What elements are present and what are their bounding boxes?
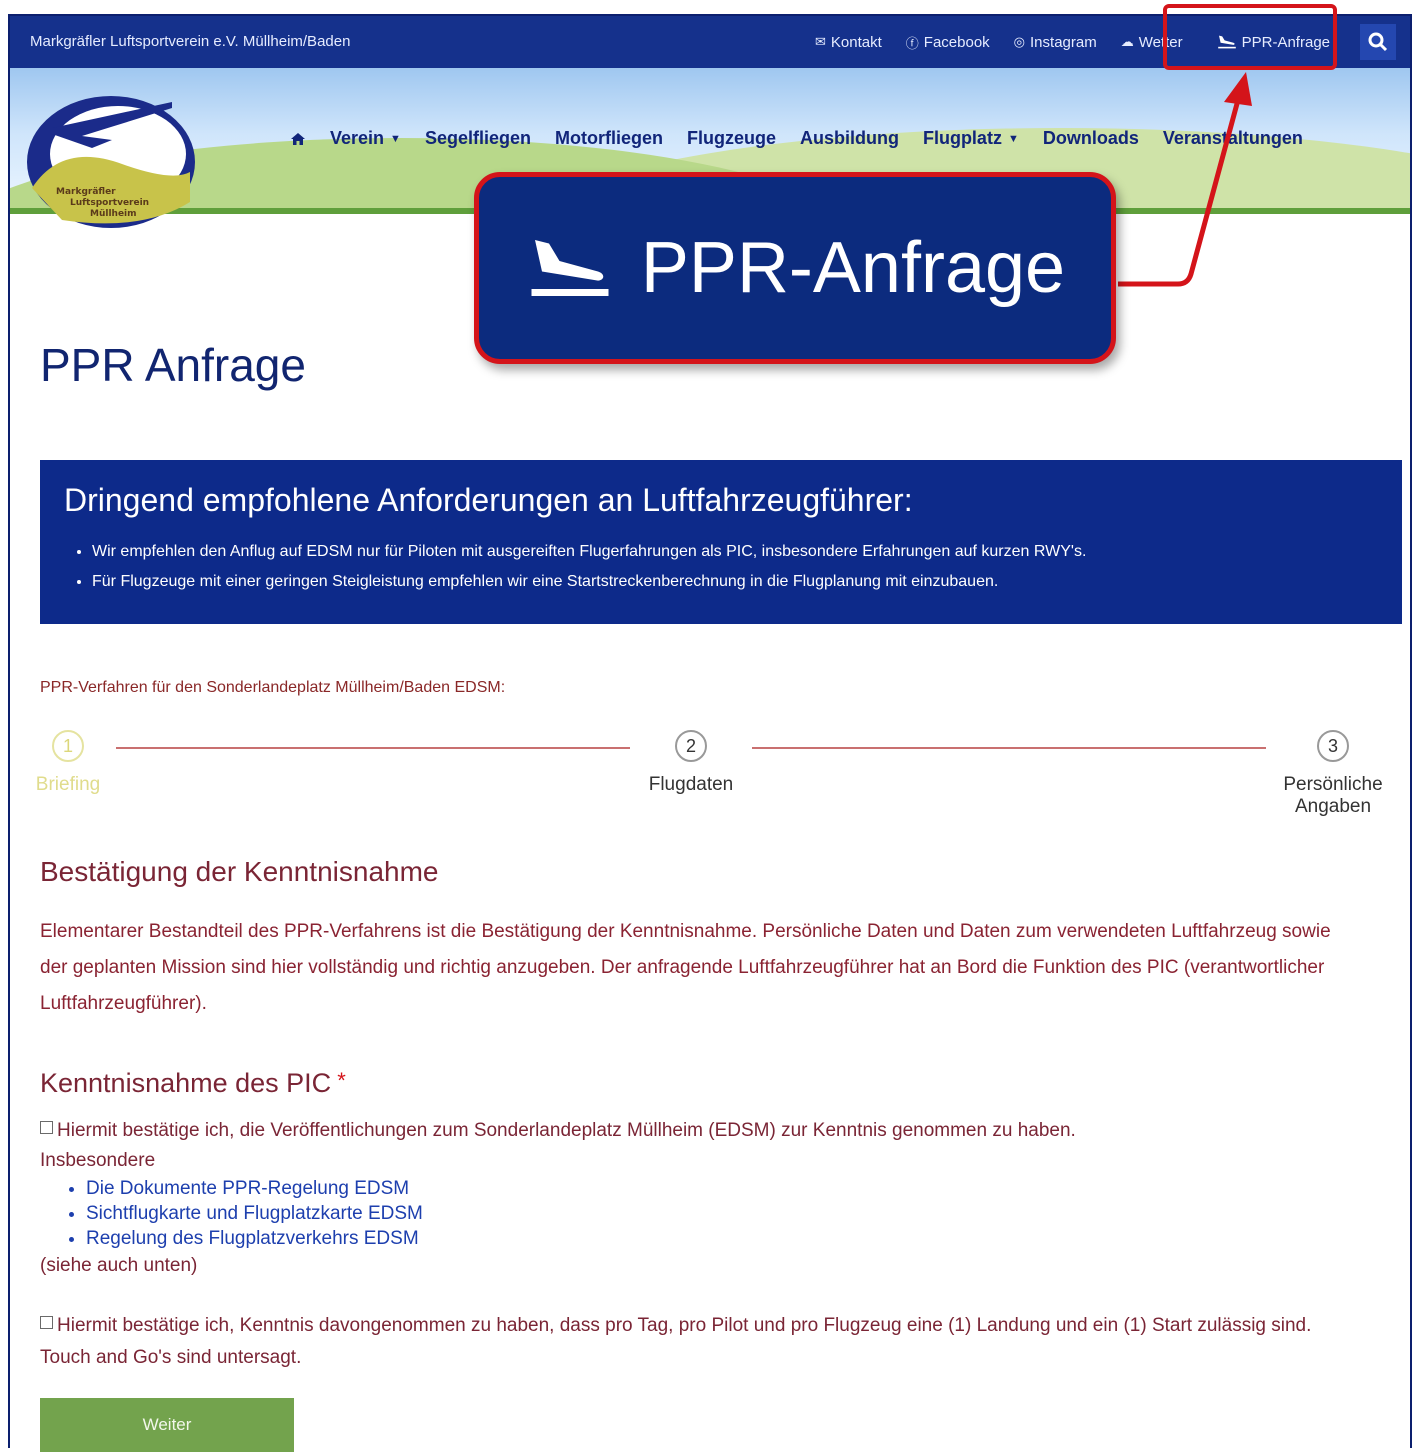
- caret-down-icon: ▼: [1007, 132, 1019, 145]
- top-link-kontakt[interactable]: ✉ Kontakt: [815, 34, 882, 51]
- link-ppr-regelung[interactable]: Die Dokumente PPR-Regelung EDSM: [86, 1176, 1370, 1201]
- notice-item: Wir empfehlen den Anflug auf EDSM nur fü…: [92, 537, 1378, 567]
- link-sichtflugkarte[interactable]: Sichtflugkarte und Flugplatzkarte EDSM: [86, 1201, 1370, 1226]
- step-label: Briefing: [35, 774, 101, 795]
- pic-heading: Kenntnisnahme des PIC *: [40, 1068, 346, 1098]
- required-marker: *: [337, 1068, 346, 1093]
- instagram-icon: ◎: [1013, 34, 1026, 49]
- plane-landing-icon: [531, 240, 609, 296]
- logo-text-1: Markgräfler: [56, 187, 116, 197]
- cloud-icon: ☁: [1120, 34, 1134, 49]
- notice-title: Dringend empfohlene Anforderungen an Luf…: [64, 482, 913, 518]
- nav-home[interactable]: [290, 128, 306, 149]
- link-flugplatzverkehr[interactable]: Regelung des Flugplatzverkehrs EDSM: [86, 1226, 1370, 1251]
- callout-label: PPR-Anfrage: [640, 228, 1066, 308]
- main-nav: Verein ▼ Segelfliegen Motorfliegen Flugze…: [290, 128, 1303, 149]
- notice-item: Für Flugzeuge mit einer geringen Steigle…: [92, 567, 1378, 597]
- highlight-box-top: [1163, 4, 1337, 70]
- see-also-label: (siehe auch unten): [40, 1255, 198, 1276]
- step-persoenliche-angaben[interactable]: 3 Persönliche Angaben: [1270, 730, 1396, 818]
- page-title: PPR Anfrage: [40, 339, 306, 391]
- logo-text-2: Luftsportverein: [70, 198, 149, 208]
- nav-verein[interactable]: Verein ▼: [330, 128, 401, 149]
- nav-motorfliegen[interactable]: Motorfliegen: [555, 128, 663, 149]
- notice-box: Dringend empfohlene Anforderungen an Luf…: [40, 460, 1402, 624]
- next-button[interactable]: Weiter: [40, 1398, 294, 1452]
- nav-downloads[interactable]: Downloads: [1043, 128, 1139, 149]
- caret-down-icon: ▼: [390, 132, 401, 145]
- step-connector: [752, 747, 1266, 749]
- nav-flugplatz[interactable]: Flugplatz ▼: [923, 128, 1019, 149]
- step-number: 3: [1317, 730, 1349, 762]
- confirmation-paragraph: Elementarer Bestandteil des PPR-Verfahre…: [40, 921, 1331, 1014]
- step-number: 2: [675, 730, 707, 762]
- site-title[interactable]: Markgräfler Luftsportverein e.V. Müllhei…: [30, 33, 350, 50]
- step-number: 1: [52, 730, 84, 762]
- envelope-icon: ✉: [815, 34, 826, 49]
- home-icon: [291, 132, 305, 145]
- step-briefing[interactable]: 1 Briefing: [26, 730, 110, 796]
- logo-text-3: Müllheim: [90, 209, 137, 219]
- ppr-anfrage-callout: PPR-Anfrage: [474, 172, 1116, 364]
- document-links: Die Dokumente PPR-Regelung EDSM Sichtflu…: [40, 1176, 1370, 1251]
- nav-ausbildung[interactable]: Ausbildung: [800, 128, 899, 149]
- checkbox-row-2[interactable]: Hiermit bestätige ich, Kenntnis davongen…: [40, 1310, 1340, 1374]
- checkbox-landing-rule[interactable]: [40, 1316, 53, 1329]
- nav-flugzeuge[interactable]: Flugzeuge: [687, 128, 776, 149]
- top-link-instagram[interactable]: ◎ Instagram: [1014, 34, 1097, 51]
- checkbox-row-1[interactable]: Hiermit bestätige ich, die Veröffentlich…: [40, 1116, 1370, 1146]
- facebook-icon: ⓕ: [905, 35, 919, 51]
- step-label: Flugdaten: [648, 774, 734, 795]
- confirmation-heading: Bestätigung der Kenntnisnahme: [40, 856, 439, 887]
- step-connector: [116, 747, 630, 749]
- checkbox-publications[interactable]: [40, 1121, 53, 1134]
- top-link-facebook[interactable]: ⓕ Facebook: [906, 33, 990, 52]
- checkbox-group-1: Hiermit bestätige ich, die Veröffentlich…: [40, 1116, 1370, 1281]
- step-label: Persönliche Angaben: [1283, 774, 1383, 817]
- search-button[interactable]: [1360, 24, 1396, 60]
- notice-list: Wir empfehlen den Anflug auf EDSM nur fü…: [92, 537, 1378, 597]
- club-logo[interactable]: Markgräfler Luftsportverein Müllheim: [22, 92, 200, 230]
- step-flugdaten[interactable]: 2 Flugdaten: [636, 730, 746, 796]
- nav-segelfliegen[interactable]: Segelfliegen: [425, 128, 531, 149]
- nav-veranstaltungen[interactable]: Veranstaltungen: [1163, 128, 1303, 149]
- search-icon: [1368, 32, 1388, 52]
- procedure-label: PPR-Verfahren für den Sonderlandeplatz M…: [40, 679, 506, 696]
- insbesondere-label: Insbesondere: [40, 1150, 156, 1171]
